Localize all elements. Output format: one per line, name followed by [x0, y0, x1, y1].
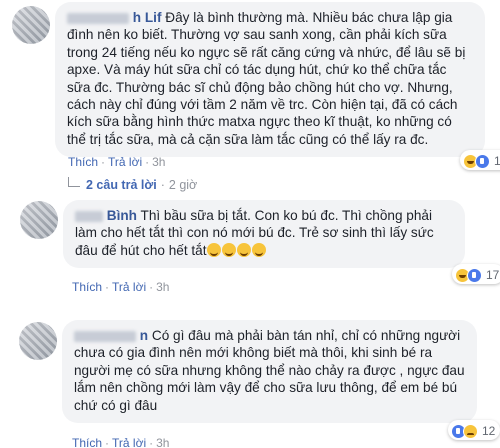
laugh-emoji-icon — [236, 242, 251, 257]
comment-bubble: Bình Thì bầu sữa bị tắt. Con ko bú đc. T… — [63, 200, 465, 269]
like-button[interactable]: Thích — [68, 155, 98, 169]
avatar[interactable] — [12, 6, 50, 44]
laugh-emoji-icon — [206, 242, 221, 257]
avatar[interactable] — [19, 322, 57, 360]
reaction-count[interactable]: 12 — [448, 420, 500, 440]
view-replies-link[interactable]: 2 câu trả lời · 2 giờ — [68, 177, 198, 192]
replies-count: 2 câu trả lời — [86, 178, 157, 192]
comment-time[interactable]: 3h — [152, 155, 165, 169]
comment-time[interactable]: 3h — [156, 436, 169, 448]
like-button[interactable]: Thích — [72, 280, 102, 294]
laugh-emojis — [206, 242, 267, 258]
replies-dot: · — [160, 178, 165, 192]
reaction-count[interactable]: 12 — [460, 150, 500, 170]
reply-button[interactable]: Trả lời — [112, 280, 146, 294]
laugh-emoji-icon — [251, 242, 266, 257]
like-button[interactable]: Thích — [72, 436, 102, 448]
comment-actions: Thích · Trả lời · 3h — [68, 155, 166, 169]
reply-button[interactable]: Trả lời — [108, 155, 142, 169]
reply-arrow-icon — [68, 177, 80, 187]
comment-time[interactable]: 3h — [156, 280, 169, 294]
reply-button[interactable]: Trả lời — [112, 436, 146, 448]
like-icon — [467, 267, 482, 283]
avatar[interactable] — [20, 201, 58, 239]
sad-icon — [463, 423, 478, 439]
comment-bubble: n Có gì đâu mà phải bàn tán nhỉ, chỉ có … — [62, 320, 477, 424]
reaction-count[interactable]: 17 — [452, 264, 500, 284]
replies-time: 2 giờ — [168, 178, 198, 192]
comment-actions: Thích · Trả lời · 3h — [72, 280, 170, 294]
comment-text: Đây là bình thường mà. Nhiều bác chưa lậ… — [67, 10, 466, 147]
comment-author[interactable]: Bình — [75, 208, 137, 223]
comment-bubble: h Lif Đây là bình thường mà. Nhiều bác c… — [55, 2, 485, 158]
comment-author[interactable]: h Lif — [67, 10, 161, 25]
comment-actions: Thích · Trả lời · 3h — [72, 436, 170, 448]
laugh-emoji-icon — [221, 242, 236, 257]
comment-author[interactable]: n — [74, 328, 148, 343]
like-icon — [475, 153, 490, 169]
